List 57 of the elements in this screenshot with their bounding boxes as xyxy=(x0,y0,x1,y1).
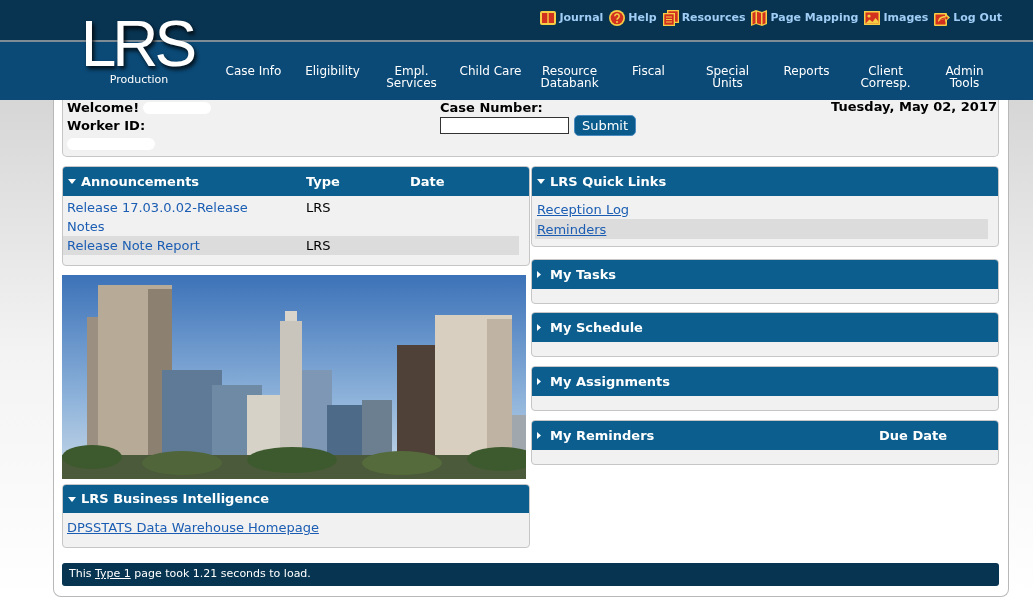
report-link[interactable]: DPSSTATS Data Warehouse Homepage xyxy=(67,518,319,537)
column-header: Type xyxy=(306,172,341,191)
picture-icon xyxy=(864,10,881,26)
help-icon xyxy=(609,10,626,26)
nav-menu-item[interactable]: Special Units xyxy=(694,65,761,89)
panel-header[interactable]: LRS Quick Links xyxy=(532,167,998,196)
nav-menu-item[interactable]: Case Info xyxy=(225,65,282,77)
announcement-link[interactable]: Release 17.03.0.02-Release Notes xyxy=(67,198,267,236)
map-icon xyxy=(751,10,768,26)
nav-menu-item[interactable]: Client Corresp. xyxy=(852,65,919,89)
nav-menu-item[interactable]: Admin Tools xyxy=(931,65,998,89)
nav-menu-item[interactable]: Reports xyxy=(783,65,830,77)
nav-menu-item[interactable]: Empl. Services xyxy=(378,65,445,89)
nav-menu-item[interactable]: Child Care xyxy=(459,65,522,77)
submit-button[interactable]: Submit xyxy=(574,115,636,136)
panel-title: My Assignments xyxy=(550,372,671,391)
header-link[interactable]: Help xyxy=(609,10,657,26)
load-time-text: This Type 1 page took 1.21 seconds to load. xyxy=(69,566,311,583)
document-icon xyxy=(662,10,679,26)
column-header: Date xyxy=(410,172,445,191)
panel-title: LRS Business Intelligence xyxy=(81,490,269,509)
date-label: Tuesday, May 02, 2017 xyxy=(831,100,997,114)
panel-header[interactable]: Announcements Type Date xyxy=(63,167,529,196)
book-icon xyxy=(540,10,557,26)
panel-title: My Reminders xyxy=(550,426,656,445)
redaction-patch xyxy=(143,101,212,114)
case-number-label: Case Number: xyxy=(440,100,543,115)
nav-menu-item[interactable]: Fiscal xyxy=(632,65,665,77)
panel-header[interactable]: LRS Business Intelligence xyxy=(63,485,529,513)
panel-title: LRS Quick Links xyxy=(550,172,667,191)
panel-title: My Schedule xyxy=(550,318,643,337)
case-number-field[interactable] xyxy=(440,117,569,134)
column-header: Due Date xyxy=(879,426,947,445)
worker-id-label: Worker ID: xyxy=(67,118,146,133)
panel-title: My Tasks xyxy=(550,265,617,284)
header-link[interactable]: Images xyxy=(864,10,929,26)
quick-link[interactable]: Reception Log xyxy=(537,202,630,217)
table-cell-text: LRS xyxy=(306,237,332,255)
logout-icon xyxy=(934,10,951,26)
quick-link[interactable]: Reminders xyxy=(537,222,607,237)
panel-header[interactable]: My Assignments xyxy=(532,367,998,396)
header-link[interactable]: Journal xyxy=(540,10,604,26)
logo-subtitle: Production xyxy=(109,74,169,86)
logo-title: LRS xyxy=(80,12,195,76)
page-type-link[interactable]: Type 1 xyxy=(95,567,131,581)
panel-header[interactable]: My Reminders Due Date xyxy=(532,421,998,450)
table-cell-text: LRS xyxy=(306,199,332,217)
header-link[interactable]: Page Mapping xyxy=(751,10,859,26)
header-link[interactable]: Resources xyxy=(662,10,746,26)
header-link[interactable]: Log Out xyxy=(934,10,1002,26)
panel-title: Announcements xyxy=(81,172,201,191)
welcome-label: Welcome! xyxy=(67,100,140,115)
nav-menu-item[interactable]: Eligibility xyxy=(305,65,360,77)
nav-menu-item[interactable]: Resource Databank xyxy=(536,65,603,89)
panel-header[interactable]: My Tasks xyxy=(532,260,998,289)
panel-header[interactable]: My Schedule xyxy=(532,313,998,342)
announcement-link[interactable]: Release Note Report xyxy=(67,236,267,255)
